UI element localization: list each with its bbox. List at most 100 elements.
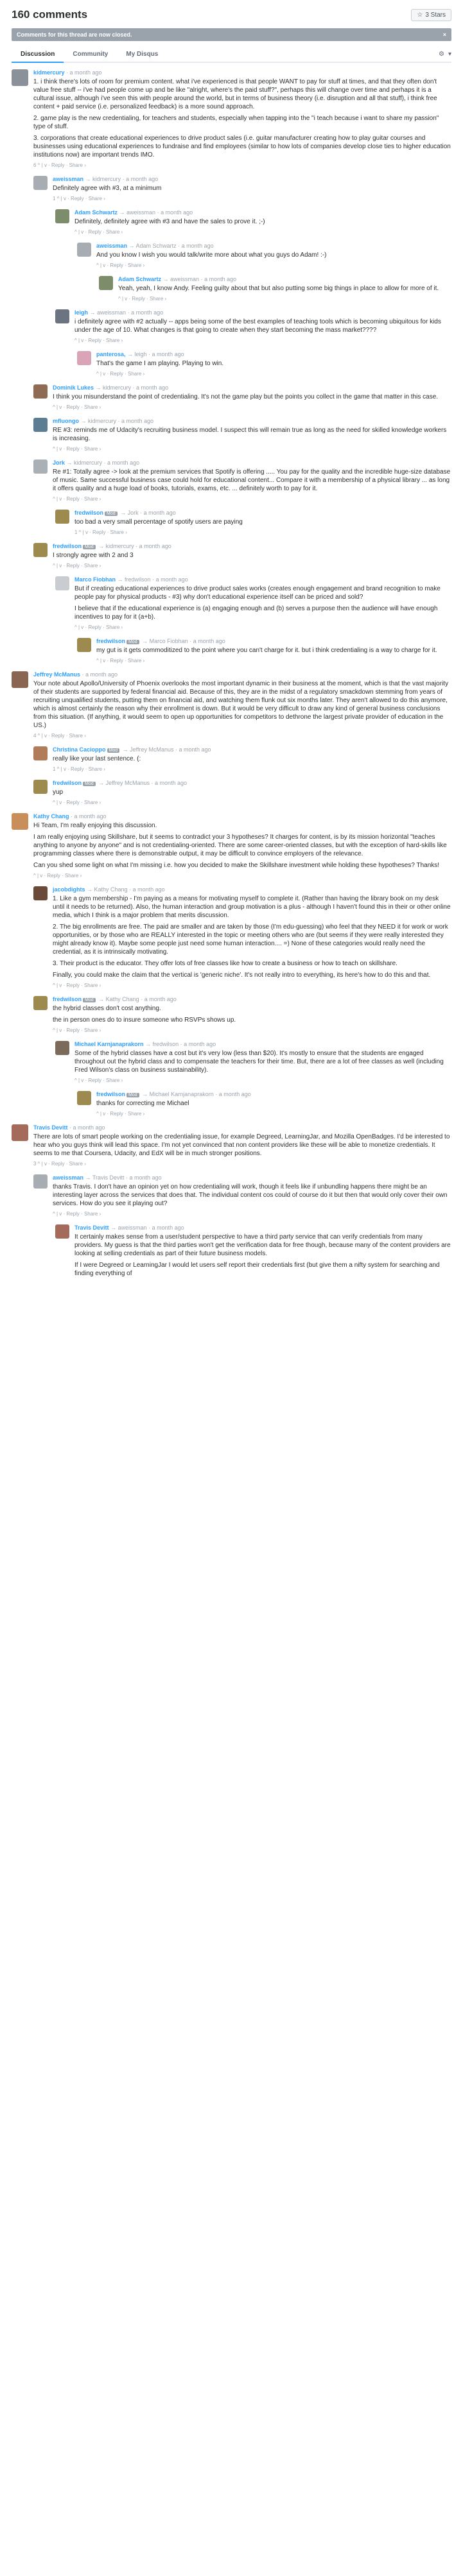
reply-to[interactable]: Adam Schwartz bbox=[136, 243, 177, 249]
comment-actions[interactable]: 1 ^ | v · Reply · Share › bbox=[53, 196, 451, 202]
comment-actions[interactable]: 4 ^ | v · Reply · Share › bbox=[33, 733, 451, 739]
comment-actions[interactable]: ^ | v · Reply · Share › bbox=[53, 446, 451, 452]
avatar[interactable] bbox=[55, 1224, 69, 1239]
tab-my-disqus[interactable]: My Disqus bbox=[117, 51, 167, 62]
comment-actions[interactable]: ^ | v · Reply · Share › bbox=[96, 1111, 451, 1117]
close-icon[interactable]: × bbox=[443, 31, 446, 38]
comment-time[interactable]: a month ago bbox=[131, 309, 163, 316]
comment-time[interactable]: a month ago bbox=[85, 671, 118, 678]
comment-author[interactable]: mfluongo bbox=[53, 418, 79, 424]
reply-to[interactable]: leigh bbox=[135, 351, 147, 357]
comment-author[interactable]: Jeffrey McManus bbox=[33, 671, 80, 678]
comment-actions[interactable]: ^ | v · Reply · Share › bbox=[74, 229, 451, 235]
reply-to[interactable]: kidmercury bbox=[88, 418, 116, 424]
reply-to[interactable]: fredwilson bbox=[153, 1041, 179, 1047]
avatar[interactable] bbox=[55, 209, 69, 223]
comment-time[interactable]: a month ago bbox=[144, 996, 177, 1002]
comment-time[interactable]: a month ago bbox=[139, 543, 171, 549]
comment-author[interactable]: panterosa, bbox=[96, 351, 126, 357]
comment-time[interactable]: a month ago bbox=[70, 69, 102, 76]
reply-to[interactable]: aweissman bbox=[127, 209, 155, 216]
comment-actions[interactable]: 3 ^ | v · Reply · Share › bbox=[33, 1161, 451, 1167]
avatar[interactable] bbox=[99, 276, 113, 290]
comment-author[interactable]: Jork bbox=[53, 459, 65, 466]
comment-actions[interactable]: ^ | v · Reply · Share › bbox=[53, 983, 451, 988]
comment-actions[interactable]: ^ | v · Reply · Share › bbox=[96, 658, 451, 664]
stars-button[interactable]: ☆ 3 Stars bbox=[411, 8, 451, 21]
comment-actions[interactable]: ^ | v · Reply · Share › bbox=[53, 563, 451, 569]
avatar[interactable] bbox=[77, 243, 91, 257]
comment-actions[interactable]: ^ | v · Reply · Share › bbox=[96, 262, 451, 268]
comment-time[interactable]: a month ago bbox=[182, 243, 214, 249]
comment-time[interactable]: a month ago bbox=[130, 1174, 162, 1181]
comment-time[interactable]: a month ago bbox=[121, 418, 153, 424]
reply-to[interactable]: kidmercury bbox=[106, 543, 134, 549]
chevron-down-icon[interactable]: ▾ bbox=[448, 51, 451, 58]
avatar[interactable] bbox=[12, 671, 28, 688]
comment-time[interactable]: a month ago bbox=[74, 813, 107, 820]
reply-to[interactable]: Jeffrey McManus bbox=[106, 780, 150, 786]
comment-author[interactable]: Marco Fiobhan bbox=[74, 576, 116, 583]
comment-time[interactable]: a month ago bbox=[136, 384, 168, 391]
avatar[interactable] bbox=[33, 384, 48, 399]
comment-author[interactable]: leigh bbox=[74, 309, 88, 316]
comment-author[interactable]: jacobdights bbox=[53, 886, 85, 893]
comment-author[interactable]: fredwilson bbox=[96, 638, 125, 644]
comment-author[interactable]: aweissman bbox=[53, 176, 83, 182]
comment-actions[interactable]: ^ | v · Reply · Share › bbox=[53, 1027, 451, 1033]
comment-author[interactable]: Travis Devitt bbox=[74, 1224, 109, 1231]
comment-time[interactable]: a month ago bbox=[184, 1041, 216, 1047]
comment-author[interactable]: Michael Karnjanaprakorn bbox=[74, 1041, 144, 1047]
comment-actions[interactable]: ^ | v · Reply · Share › bbox=[74, 1078, 451, 1083]
avatar[interactable] bbox=[77, 351, 91, 365]
comment-author[interactable]: Christina Cacioppo bbox=[53, 746, 106, 753]
comment-actions[interactable]: ^ | v · Reply · Share › bbox=[53, 800, 451, 805]
comment-actions[interactable]: 6 ^ | v · Reply · Share › bbox=[33, 162, 451, 168]
reply-to[interactable]: kidmercury bbox=[74, 459, 102, 466]
reply-to[interactable]: aweissman bbox=[118, 1224, 147, 1231]
avatar[interactable] bbox=[33, 543, 48, 557]
avatar[interactable] bbox=[12, 1124, 28, 1141]
comment-author[interactable]: aweissman bbox=[96, 243, 127, 249]
comment-time[interactable]: a month ago bbox=[193, 638, 225, 644]
avatar[interactable] bbox=[55, 1041, 69, 1055]
comment-author[interactable]: Travis Devitt bbox=[33, 1124, 68, 1131]
avatar[interactable] bbox=[33, 459, 48, 474]
comment-actions[interactable]: ^ | v · Reply · Share › bbox=[74, 624, 451, 630]
avatar[interactable] bbox=[12, 69, 28, 86]
comment-time[interactable]: a month ago bbox=[152, 351, 184, 357]
comment-time[interactable]: a month ago bbox=[144, 510, 176, 516]
comment-time[interactable]: a month ago bbox=[133, 886, 165, 893]
avatar[interactable] bbox=[33, 1174, 48, 1189]
comment-time[interactable]: a month ago bbox=[152, 1224, 184, 1231]
avatar[interactable] bbox=[77, 638, 91, 652]
comment-time[interactable]: a month ago bbox=[204, 276, 236, 282]
comment-actions[interactable]: ^ | v · Reply · Share › bbox=[74, 338, 451, 343]
avatar[interactable] bbox=[33, 176, 48, 190]
reply-to[interactable]: Michael Karnjanaprakorn bbox=[150, 1091, 214, 1097]
reply-to[interactable]: Jork bbox=[128, 510, 139, 516]
avatar[interactable] bbox=[33, 886, 48, 900]
comment-actions[interactable]: 1 ^ | v · Reply · Share › bbox=[53, 766, 451, 772]
avatar[interactable] bbox=[55, 576, 69, 590]
comment-actions[interactable]: ^ | v · Reply · Share › bbox=[53, 1211, 451, 1217]
comment-actions[interactable]: 1 ^ | v · Reply · Share › bbox=[74, 529, 451, 535]
comment-time[interactable]: a month ago bbox=[219, 1091, 251, 1097]
comment-actions[interactable]: ^ | v · Reply · Share › bbox=[33, 873, 451, 879]
comment-author[interactable]: fredwilson bbox=[53, 780, 82, 786]
avatar[interactable] bbox=[33, 780, 48, 794]
reply-to[interactable]: Kathy Chang bbox=[94, 886, 128, 893]
comment-actions[interactable]: ^ | v · Reply · Share › bbox=[96, 371, 451, 377]
gear-icon[interactable]: ⚙ bbox=[439, 51, 444, 58]
reply-to[interactable]: Jeffrey McManus bbox=[130, 746, 173, 753]
avatar[interactable] bbox=[55, 309, 69, 323]
comment-author[interactable]: fredwilson bbox=[53, 543, 82, 549]
avatar[interactable] bbox=[33, 418, 48, 432]
comment-time[interactable]: a month ago bbox=[107, 459, 139, 466]
comment-author[interactable]: fredwilson bbox=[53, 996, 82, 1002]
comment-actions[interactable]: ^ | v · Reply · Share › bbox=[53, 404, 451, 410]
comment-time[interactable]: a month ago bbox=[161, 209, 193, 216]
comment-time[interactable]: a month ago bbox=[155, 780, 187, 786]
comment-author[interactable]: Dominik Lukes bbox=[53, 384, 94, 391]
comment-author[interactable]: fredwilson bbox=[74, 510, 103, 516]
